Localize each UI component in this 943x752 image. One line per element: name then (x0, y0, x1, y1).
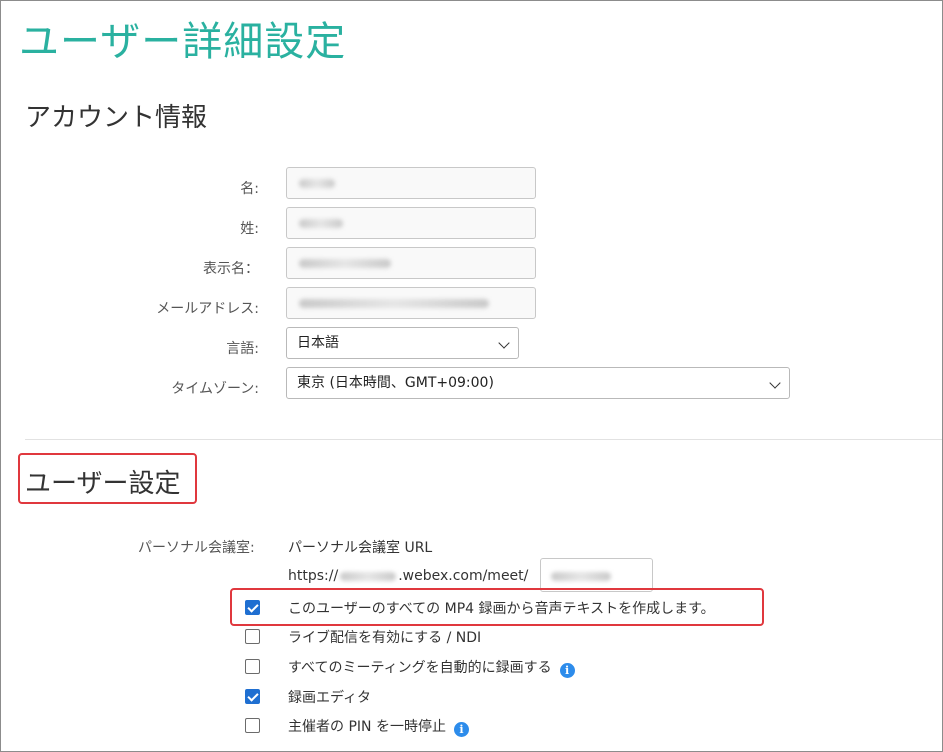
personal-room-url-label: パーソナル会議室 URL (288, 540, 433, 556)
live-stream-checkbox[interactable] (245, 629, 260, 644)
redacted-value (299, 179, 335, 188)
personal-room-id-input[interactable] (540, 558, 653, 592)
host-pin-option: 主催者の PIN を一時停止 i (288, 716, 469, 737)
highlight-box-heading (18, 453, 197, 504)
redacted-value (551, 572, 611, 581)
redacted-value (340, 571, 397, 581)
url-prefix: https:// (288, 568, 339, 584)
info-icon[interactable]: i (453, 722, 469, 737)
url-domain: .webex.com/meet/ (398, 568, 529, 584)
host-pin-checkbox[interactable] (245, 718, 260, 733)
redacted-value (299, 299, 489, 308)
highlight-box-option (230, 588, 764, 626)
display-name-label: 表示名： (203, 261, 259, 277)
first-name-label: 名: (240, 181, 259, 197)
live-stream-option-label: ライブ配信を有効にする / NDI (288, 630, 482, 646)
auto-record-option-label: すべてのミーティングを自動的に録画する (288, 660, 552, 676)
recording-editor-checkbox[interactable] (245, 689, 260, 704)
language-label: 言語: (226, 341, 259, 357)
auto-record-option: すべてのミーティングを自動的に録画する i (288, 657, 575, 678)
personal-room-url: https:// .webex.com/meet/ (288, 568, 528, 584)
first-name-field[interactable] (286, 167, 536, 199)
chevron-down-icon (769, 377, 781, 389)
timezone-select[interactable]: 東京 (日本時間、GMT+09:00) (286, 367, 790, 399)
section-divider (25, 439, 942, 440)
user-detail-settings-panel: ユーザー詳細設定 アカウント情報 名: 姓: 表示名： メールアドレス: 言語:… (0, 0, 943, 752)
last-name-label: 姓: (240, 221, 259, 237)
language-select[interactable]: 日本語 (286, 327, 519, 359)
last-name-field[interactable] (286, 207, 536, 239)
info-icon[interactable]: i (559, 663, 575, 678)
redacted-value (299, 259, 391, 268)
page-title: ユーザー詳細設定 (19, 19, 347, 65)
timezone-label: タイムゾーン: (171, 381, 259, 397)
host-pin-option-label: 主催者の PIN を一時停止 (288, 719, 446, 735)
recording-editor-option-label: 録画エディタ (288, 690, 372, 706)
timezone-selected-value: 東京 (日本時間、GMT+09:00) (297, 375, 494, 391)
display-name-field[interactable] (286, 247, 536, 279)
personal-room-label: パーソナル会議室: (138, 540, 255, 556)
auto-record-checkbox[interactable] (245, 659, 260, 674)
email-label: メールアドレス: (156, 301, 259, 317)
email-field[interactable] (286, 287, 536, 319)
account-info-heading: アカウント情報 (25, 103, 208, 133)
chevron-down-icon (498, 337, 510, 349)
redacted-value (299, 219, 343, 228)
language-selected-value: 日本語 (297, 335, 339, 351)
